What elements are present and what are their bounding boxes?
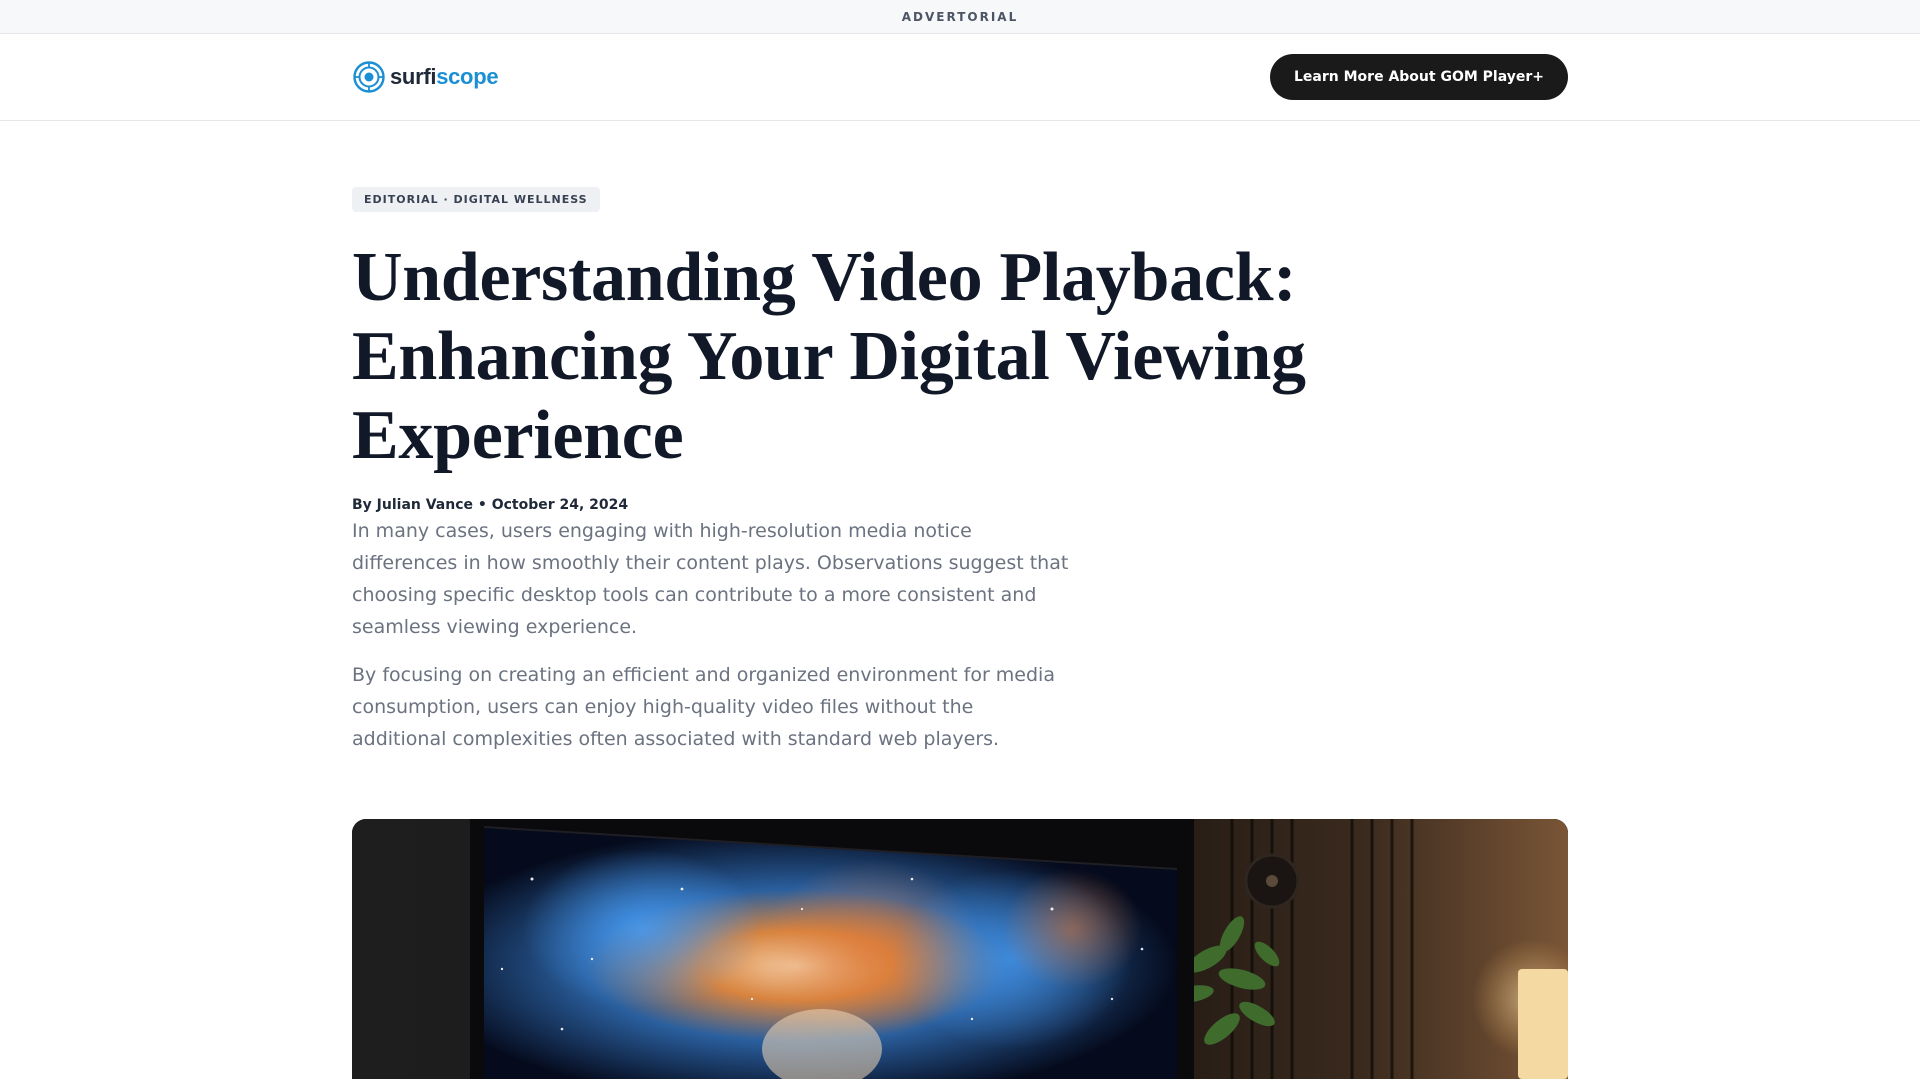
article-paragraph: By focusing on creating an efficient and… <box>352 664 1055 750</box>
advertorial-bar: ADVERTORIAL <box>0 0 1920 34</box>
target-globe-icon <box>353 61 385 93</box>
site-logo[interactable]: surfiscope <box>352 60 499 94</box>
hero-illustration <box>352 819 1568 1079</box>
learn-more-button[interactable]: Learn More About GOM Player+ <box>1270 54 1568 100</box>
article-paragraph: In many cases, users engaging with high-… <box>352 520 1069 638</box>
logo-text-part1: surfi <box>390 64 437 89</box>
logo-wordmark: surfiscope <box>390 64 499 90</box>
hero-image <box>352 819 1568 1079</box>
article-title: Understanding Video Playback: Enhancing … <box>352 239 1306 474</box>
category-badge: EDITORIAL · DIGITAL WELLNESS <box>352 187 600 212</box>
logo-text-part2: scope <box>436 64 499 89</box>
article-byline: By Julian Vance • October 24, 2024 <box>352 497 629 513</box>
advertorial-label: ADVERTORIAL <box>901 9 1019 24</box>
site-header: surfiscope Learn More About GOM Player+ <box>0 34 1920 121</box>
article-main: EDITORIAL · DIGITAL WELLNESS Understandi… <box>0 121 1920 1079</box>
